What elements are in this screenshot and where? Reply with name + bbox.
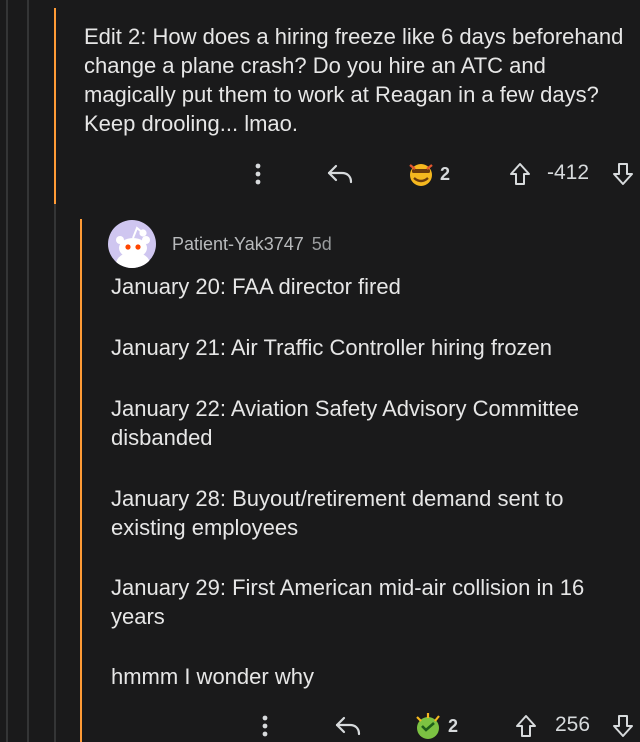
vote-score: 256 [555,713,591,736]
reply-line: January 29: First American mid-air colli… [111,575,585,629]
downvote-icon [613,163,633,185]
more-icon [262,715,268,737]
vote-score: -412 [547,161,590,184]
downvote-icon [613,715,633,737]
upvote-icon [510,163,530,185]
reply-button[interactable] [334,713,362,739]
award-button[interactable]: 2 [406,160,450,188]
reply-line: January 20: FAA director fired [111,274,401,299]
reply-icon [327,164,353,184]
award-count: 2 [440,163,451,184]
reply-button[interactable] [326,161,354,187]
thread-line-reply[interactable] [80,219,82,742]
thread-line-outer-2[interactable] [27,0,29,742]
reply-icon [335,716,361,736]
parent-action-bar: 2 -412 [0,158,640,190]
parent-comment-paragraph: Edit 2: How does a hiring freeze like 6 … [84,24,624,136]
more-options-button[interactable] [259,712,271,740]
upvote-button[interactable] [508,161,532,187]
reply-line: January 28: Buyout/retirement demand sen… [111,486,564,540]
thread-line-parent-continued[interactable] [54,204,56,742]
award-icon [416,713,440,739]
reply-author-row: Patient-Yak3747 5d [108,220,332,268]
reply-action-bar: 2 256 [0,710,640,742]
award-count: 2 [448,715,459,736]
more-options-button[interactable] [252,160,264,188]
downvote-button[interactable] [611,713,635,739]
reply-line: January 21: Air Traffic Controller hirin… [111,335,553,360]
upvote-icon [516,715,536,737]
upvote-button[interactable] [514,713,538,739]
more-icon [255,163,261,185]
reply-line: January 22: Aviation Safety Advisory Com… [111,396,579,450]
username[interactable]: Patient-Yak3747 [172,234,304,255]
thread-line-outer-1[interactable] [6,0,8,742]
reply-line: hmmm I wonder why [111,664,314,689]
parent-comment-text: Edit 2: How does a hiring freeze like 6 … [84,22,636,138]
snoo-avatar-icon [116,226,150,268]
award-button[interactable]: 2 [412,711,458,741]
downvote-button[interactable] [611,161,635,187]
avatar[interactable] [108,220,156,268]
award-icon [409,164,433,186]
comment-age: 5d [311,233,332,254]
